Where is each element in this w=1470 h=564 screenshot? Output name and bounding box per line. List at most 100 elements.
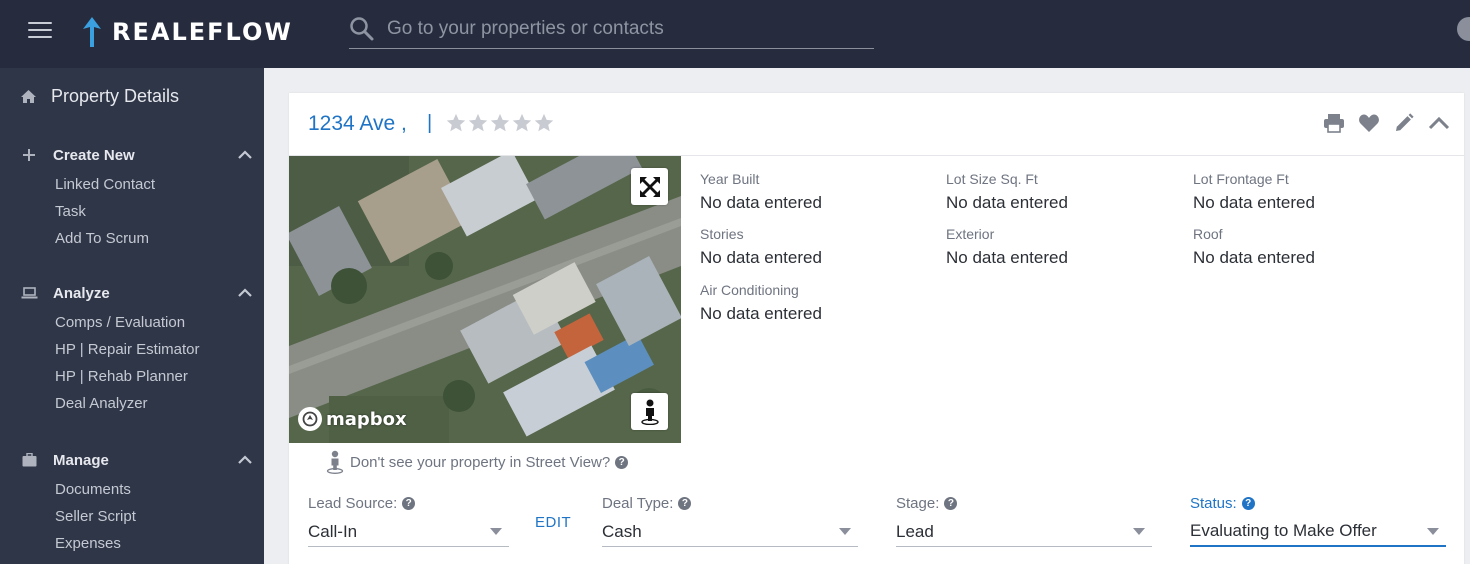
sidebar-section-manage: Manage Documents Seller Script Expenses [20,449,252,557]
sidebar-item-task[interactable]: Task [20,198,252,225]
deal-type-select[interactable]: Cash [602,517,858,547]
star-rating [445,112,555,134]
sidebar-item-comps-evaluation[interactable]: Comps / Evaluation [20,309,252,336]
brand-logo[interactable]: REALEFLOW [80,14,293,50]
chevron-up-icon[interactable] [1427,111,1451,135]
deal-type-value: Cash [602,521,642,541]
detail-lot-frontage: Lot Frontage Ft No data entered [1193,171,1423,213]
stage-field: Stage:? Lead [896,494,1152,547]
brand-name: REALEFLOW [112,18,293,46]
detail-value: No data entered [1193,248,1315,267]
laptop-icon [20,285,38,301]
sidebar-item-documents[interactable]: Documents [20,476,252,503]
sidebar-item-add-to-scrum[interactable]: Add To Scrum [20,225,252,252]
edit-lead-source-link[interactable]: EDIT [535,514,571,531]
sidebar-section-create-new: Create New Linked Contact Task Add To Sc… [20,144,252,252]
lead-source-select[interactable]: Call-In [308,517,509,547]
star-icon[interactable] [511,112,533,134]
star-icon[interactable] [445,112,467,134]
deal-type-field: Deal Type:? Cash [602,494,858,547]
detail-lot-size: Lot Size Sq. Ft No data entered [946,171,1176,213]
star-icon[interactable] [467,112,489,134]
sidebar-section-analyze: Analyze Comps / Evaluation HP | Repair E… [20,282,252,417]
caret-down-icon [1133,528,1145,535]
detail-value: No data entered [700,193,822,212]
chevron-up-icon[interactable] [238,288,252,298]
home-icon [21,90,36,103]
sidebar-item-rehab-planner[interactable]: HP | Rehab Planner [20,363,252,390]
sidebar-title-label: Property Details [51,86,180,106]
status-value: Evaluating to Make Offer [1190,521,1377,540]
caret-down-icon [839,528,851,535]
plus-icon [20,147,38,163]
hamburger-icon[interactable] [28,22,52,40]
star-icon[interactable] [533,112,555,134]
street-view-note[interactable]: Don't see your property in Street View? … [326,450,629,474]
status-select[interactable]: Evaluating to Make Offer [1190,517,1446,547]
detail-air-conditioning: Air Conditioning No data entered [700,282,930,324]
detail-label: Roof [1193,226,1223,242]
section-header-analyze[interactable]: Analyze [20,282,252,304]
stage-label: Stage: [896,494,940,512]
status-label: Status: [1190,494,1237,512]
help-icon[interactable]: ? [678,496,692,510]
heart-icon[interactable] [1357,111,1381,135]
sidebar-item-seller-script[interactable]: Seller Script [20,503,252,530]
print-icon[interactable] [1322,111,1346,135]
detail-value: No data entered [946,248,1068,267]
detail-label: Year Built [700,171,760,187]
sidebar-item-expenses[interactable]: Expenses [20,530,252,557]
chevron-up-icon[interactable] [238,455,252,465]
header-actions [1311,111,1451,135]
detail-label: Air Conditioning [700,282,799,298]
detail-value: No data entered [946,193,1068,212]
detail-value: No data entered [700,248,822,267]
account-menu-button[interactable] [1457,17,1470,41]
star-icon[interactable] [489,112,511,134]
search-icon[interactable] [349,16,375,42]
help-icon[interactable]: ? [402,496,416,510]
expand-icon[interactable] [631,168,668,205]
caret-down-icon [490,528,502,535]
sidebar-item-repair-estimator[interactable]: HP | Repair Estimator [20,336,252,363]
help-icon[interactable]: ? [944,496,958,510]
sidebar-item-deal-analyzer[interactable]: Deal Analyzer [20,390,252,417]
status-field: Status:? Evaluating to Make Offer [1190,494,1446,547]
satellite-image [289,156,681,443]
detail-stories: Stories No data entered [700,226,930,268]
property-card: 1234 Ave , | mapbox Year Built No data e… [289,93,1464,564]
sidebar-title[interactable]: Property Details [20,86,179,107]
section-header-create-new[interactable]: Create New [20,144,252,166]
property-card-header: 1234 Ave , | [289,93,1464,156]
detail-label: Exterior [946,226,995,242]
search-input[interactable] [387,17,847,40]
caret-down-icon [1427,527,1439,535]
lead-source-value: Call-In [308,521,358,541]
property-address[interactable]: 1234 Ave , [308,112,407,136]
mapbox-attribution[interactable]: mapbox [298,407,407,431]
detail-label: Stories [700,226,744,242]
top-bar: REALEFLOW [0,0,1470,68]
sidebar: Property Details Create New Linked Conta… [0,68,264,564]
mapbox-logo-icon [298,407,322,431]
mapbox-label: mapbox [326,408,407,430]
sidebar-item-linked-contact[interactable]: Linked Contact [20,171,252,198]
section-header-manage[interactable]: Manage [20,449,252,471]
detail-value: No data entered [1193,193,1315,212]
satellite-map[interactable]: mapbox [289,156,681,443]
pencil-icon[interactable] [1392,111,1416,135]
briefcase-icon [20,452,38,468]
chevron-up-icon[interactable] [238,150,252,160]
detail-year-built: Year Built No data entered [700,171,930,213]
pegman-icon[interactable] [631,393,668,430]
detail-exterior: Exterior No data entered [946,226,1176,268]
street-view-note-text: Don't see your property in Street View? [350,453,611,471]
help-icon[interactable]: ? [615,455,629,469]
lead-source-field: Lead Source:? Call-In [308,494,509,547]
search-bar [349,9,874,49]
detail-label: Lot Frontage Ft [1193,171,1289,187]
stage-select[interactable]: Lead [896,517,1152,547]
help-icon[interactable]: ? [1241,496,1255,510]
detail-label: Lot Size Sq. Ft [946,171,1038,187]
detail-roof: Roof No data entered [1193,226,1423,268]
